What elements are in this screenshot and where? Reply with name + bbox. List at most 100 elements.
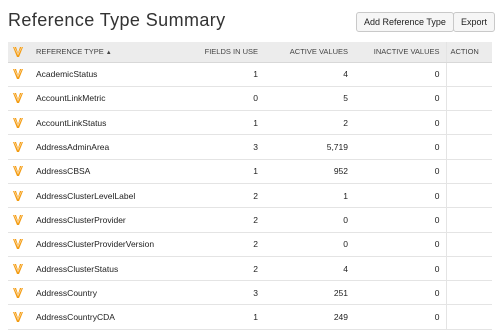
inactive-values-cell: 0	[434, 190, 440, 201]
column-header-label: REFERENCE TYPE	[36, 47, 104, 57]
active-values-cell: 251	[333, 287, 348, 298]
active-values-cell: 4	[343, 263, 348, 274]
inactive-values-cell: 0	[434, 263, 440, 274]
action-cell[interactable]	[445, 304, 492, 330]
inactive-values-cell: 0	[434, 287, 440, 298]
reference-type-cell[interactable]: AcademicStatus	[32, 62, 172, 86]
row-icon-cell	[8, 208, 32, 232]
row-icon-cell	[8, 159, 32, 183]
inactive-values-cell: 0	[434, 142, 440, 153]
table-body: AcademicStatus 1 4 0 AccountLinkMetric 0…	[8, 62, 492, 330]
reference-type-cell[interactable]: AccountLinkMetric	[32, 86, 172, 110]
fields-in-use-cell: 2	[253, 190, 258, 201]
reference-type-cell[interactable]: AddressAdminArea	[32, 135, 172, 159]
v-logo-icon[interactable]	[12, 214, 24, 226]
action-cell[interactable]	[445, 110, 492, 135]
column-header-action: ACTION	[445, 42, 492, 63]
v-logo-icon[interactable]	[12, 311, 24, 323]
inactive-values-cell: 0	[434, 69, 440, 80]
action-cell[interactable]	[445, 232, 492, 257]
active-values-cell: 0	[343, 239, 348, 250]
reference-type-cell[interactable]: AddressClusterProviderVersion	[32, 232, 172, 256]
active-values-cell: 2	[343, 117, 348, 128]
add-reference-type-button[interactable]: Add Reference Type	[356, 12, 454, 32]
reference-type-table: REFERENCE TYPE ▲ FIELDS IN USE ACTIVE VAL…	[8, 42, 492, 330]
action-cell[interactable]	[445, 159, 492, 184]
reference-type-cell[interactable]: AddressClusterLevelLabel	[32, 183, 172, 207]
table-row[interactable]: AccountLinkMetric 0 5 0	[8, 86, 492, 111]
reference-type-cell[interactable]: AddressClusterStatus	[32, 256, 172, 280]
header-icon-cell	[8, 42, 32, 63]
action-cell[interactable]	[445, 86, 492, 111]
v-logo-icon[interactable]	[12, 68, 24, 80]
page-title: Reference Type Summary	[8, 10, 226, 30]
action-cell[interactable]	[445, 183, 492, 208]
v-logo-icon[interactable]	[12, 141, 24, 153]
reference-type-cell[interactable]: AddressClusterProvider	[32, 208, 172, 232]
table-row[interactable]: AddressAdminArea 3 5,719 0	[8, 134, 492, 160]
v-logo-icon[interactable]	[12, 117, 24, 129]
action-cell[interactable]	[445, 207, 492, 233]
v-logo-icon[interactable]	[12, 190, 24, 202]
action-cell[interactable]	[445, 256, 492, 281]
row-icon-cell	[8, 62, 32, 86]
table-row[interactable]: AcademicStatus 1 4 0	[8, 62, 492, 87]
row-icon-cell	[8, 86, 32, 110]
active-values-cell: 249	[333, 312, 348, 323]
table-row[interactable]: AddressCountry 3 251 0	[8, 280, 492, 305]
fields-in-use-cell: 0	[253, 93, 258, 104]
reference-type-cell[interactable]: AccountLinkStatus	[32, 111, 172, 135]
column-header-fields-in-use[interactable]: FIELDS IN USE	[172, 42, 264, 63]
row-icon-cell	[8, 135, 32, 159]
fields-in-use-cell: 2	[253, 214, 258, 225]
table-row[interactable]: AddressClusterProvider 2 0 0	[8, 207, 492, 233]
table-row[interactable]: AddressCBSA 1 952 0	[8, 159, 492, 184]
fields-in-use-cell: 2	[253, 239, 258, 250]
table-row[interactable]: AddressClusterStatus 2 4 0	[8, 256, 492, 281]
sort-ascending-icon: ▲	[105, 50, 112, 57]
v-logo-icon[interactable]	[12, 92, 24, 104]
inactive-values-cell: 0	[434, 312, 440, 323]
active-values-cell: 5	[343, 93, 348, 104]
table-row[interactable]: AccountLinkStatus 1 2 0	[8, 110, 492, 135]
active-values-cell: 952	[333, 166, 348, 177]
table-row[interactable]: AddressCountryCDA 1 249 0	[8, 304, 492, 330]
column-header-active-values[interactable]: ACTIVE VALUES	[264, 42, 354, 63]
v-logo-icon[interactable]	[12, 287, 24, 299]
reference-type-cell[interactable]: AddressCountryCDA	[32, 305, 172, 329]
reference-type-cell[interactable]: AddressCountry	[32, 281, 172, 305]
table-row[interactable]: AddressClusterLevelLabel 2 1 0	[8, 183, 492, 208]
fields-in-use-cell: 3	[253, 287, 258, 298]
v-logo-icon[interactable]	[12, 238, 24, 250]
row-icon-cell	[8, 305, 32, 329]
active-values-cell: 5,719	[326, 142, 348, 153]
row-icon-cell	[8, 232, 32, 256]
action-cell[interactable]	[445, 134, 492, 160]
row-icon-cell	[8, 281, 32, 305]
row-icon-cell	[8, 111, 32, 135]
export-button[interactable]: Export	[453, 12, 496, 32]
reference-type-cell[interactable]: AddressCBSA	[32, 159, 172, 183]
table-row[interactable]: AddressClusterProviderVersion 2 0 0	[8, 232, 492, 257]
inactive-values-cell: 0	[434, 166, 440, 177]
inactive-values-cell: 0	[434, 239, 440, 250]
column-header-inactive-values[interactable]: INACTIVE VALUES	[354, 42, 446, 63]
inactive-values-cell: 0	[434, 117, 440, 128]
action-cell[interactable]	[445, 62, 492, 87]
fields-in-use-cell: 1	[253, 166, 258, 177]
fields-in-use-cell: 1	[253, 117, 258, 128]
fields-in-use-cell: 2	[253, 263, 258, 274]
fields-in-use-cell: 1	[253, 312, 258, 323]
page-header: Reference Type Summary Add Reference Typ…	[0, 0, 500, 38]
column-header-reference-type[interactable]: REFERENCE TYPE ▲	[32, 42, 172, 63]
fields-in-use-cell: 3	[253, 142, 258, 153]
table-header-row: REFERENCE TYPE ▲ FIELDS IN USE ACTIVE VAL…	[8, 42, 492, 63]
v-logo-icon[interactable]	[12, 165, 24, 177]
active-values-cell: 4	[343, 69, 348, 80]
active-values-cell: 1	[343, 190, 348, 201]
v-logo-icon[interactable]	[12, 263, 24, 275]
fields-in-use-cell: 1	[253, 69, 258, 80]
inactive-values-cell: 0	[434, 93, 440, 104]
inactive-values-cell: 0	[434, 214, 440, 225]
action-cell[interactable]	[445, 280, 492, 305]
